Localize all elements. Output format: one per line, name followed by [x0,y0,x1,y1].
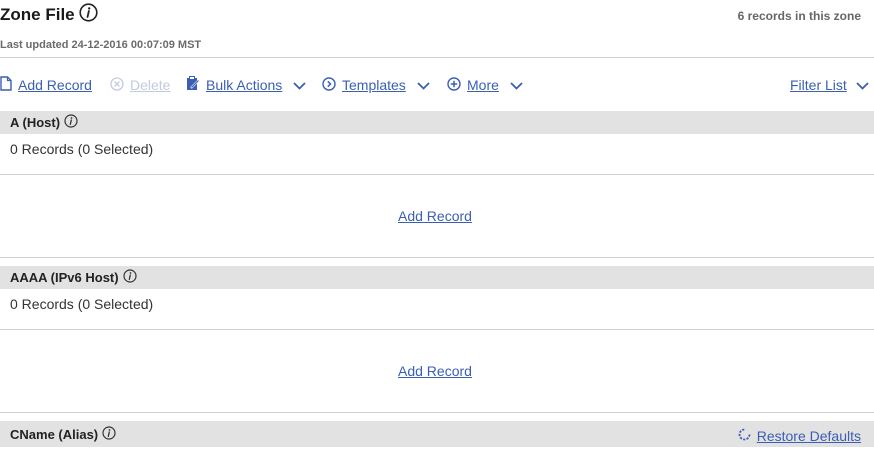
section-header-aaaa-ipv6-host: AAAA (IPv6 Host) [0,266,874,289]
add-record-link[interactable]: Add Record [398,208,472,226]
record-count: 0 Records (0 Selected) [10,296,154,312]
divider [0,257,874,258]
toolbar: Add Record Delete Bulk Actions Templates… [0,74,874,96]
more-label[interactable]: More [467,77,499,93]
record-count: 0 Records (0 Selected) [10,141,154,157]
chevron-down-icon[interactable] [417,77,430,93]
restore-defaults-label[interactable]: Restore Defaults [757,428,861,444]
add-record-button[interactable]: Add Record [0,74,92,96]
add-record-link[interactable]: Add Record [398,363,472,381]
records-count: 6 records in this zone [737,9,861,23]
section-title: A (Host) [10,115,61,130]
more-button[interactable]: More [447,74,523,96]
section-title: CName (Alias) [10,426,99,442]
chevron-down-icon[interactable] [856,77,869,93]
divider [0,329,874,330]
clipboard-edit-icon [186,76,200,94]
delete-icon [110,76,124,94]
delete-button[interactable]: Delete [110,74,170,96]
section-title: AAAA (IPv6 Host) [10,270,119,285]
info-icon[interactable] [64,114,78,131]
last-updated: Last updated 24-12-2016 00:07:09 MST [0,39,202,51]
plus-circle-icon [447,76,461,94]
add-record-link-label[interactable]: Add Record [398,363,472,379]
bulk-actions-button[interactable]: Bulk Actions [186,74,306,96]
add-record-label[interactable]: Add Record [18,77,92,93]
divider [0,412,874,413]
bulk-actions-label[interactable]: Bulk Actions [206,77,282,93]
add-record-link-label[interactable]: Add Record [398,208,472,224]
filter-list-label[interactable]: Filter List [790,77,847,93]
page-title-row: Zone File [0,3,98,27]
arrow-circle-icon [322,76,336,94]
delete-label[interactable]: Delete [130,77,170,93]
new-file-icon [0,76,12,94]
info-icon[interactable] [122,269,137,286]
section-header-a-host: A (Host) [0,111,874,134]
refresh-icon [737,427,752,445]
chevron-down-icon[interactable] [293,77,306,93]
templates-button[interactable]: Templates [322,74,430,96]
divider [0,174,874,175]
chevron-down-icon[interactable] [510,77,523,93]
divider [0,57,874,58]
templates-label[interactable]: Templates [342,77,406,93]
restore-defaults-button[interactable]: Restore Defaults [737,427,861,445]
info-icon[interactable] [79,3,98,27]
page-title: Zone File [0,5,75,24]
info-icon[interactable] [102,425,116,443]
filter-list-button[interactable]: Filter List [790,74,869,96]
